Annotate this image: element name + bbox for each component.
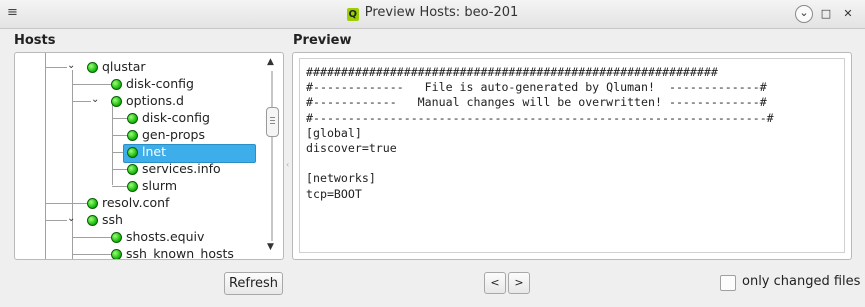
status-ok-icon	[127, 181, 138, 192]
tree-item-label: resolv.conf	[102, 195, 170, 210]
tree-branch-line	[72, 254, 111, 255]
tree-item[interactable]: ⌄ ssh	[15, 212, 259, 229]
scroll-up-arrow-icon[interactable]: ▲	[267, 57, 274, 67]
close-button[interactable]: ✕	[839, 5, 857, 23]
hosts-scrollbar[interactable]: ▲ ▼	[261, 53, 283, 259]
tree-item[interactable]: ssh_known_hosts	[15, 246, 259, 259]
tree-item[interactable]: shosts.equiv	[15, 229, 259, 246]
preview-label: Preview	[293, 33, 352, 48]
tree-branch-line	[45, 220, 67, 221]
status-ok-icon	[111, 96, 122, 107]
hosts-label: Hosts	[14, 33, 56, 48]
minimize-button[interactable]: ⌄	[795, 5, 813, 23]
status-ok-icon	[87, 215, 98, 226]
tree-item[interactable]: services.info	[15, 161, 259, 178]
tree-item-label: services.info	[142, 161, 221, 176]
status-ok-icon	[87, 62, 98, 73]
tree-item[interactable]: resolv.conf	[15, 195, 259, 212]
tree-item-label: gen-props	[142, 127, 205, 142]
maximize-button[interactable]: □	[817, 5, 835, 23]
tree-branch-line	[112, 135, 127, 136]
only-changed-checkbox[interactable]	[720, 275, 736, 291]
title-bar: ≡ Q Preview Hosts: beo-201 ⌄ □ ✕	[0, 0, 865, 29]
tree-branch-line	[72, 237, 111, 238]
preview-textarea[interactable]: ########################################…	[299, 58, 845, 253]
tree-item-label: lnet	[142, 144, 166, 159]
status-ok-icon	[87, 198, 98, 209]
expand-arrow-icon[interactable]: ⌄	[67, 60, 75, 71]
tree-item-label: ssh_known_hosts	[126, 246, 234, 259]
window-title-text: Preview Hosts: beo-201	[364, 5, 519, 20]
tree-item[interactable]: disk-config	[15, 110, 259, 127]
scroll-track[interactable]	[271, 71, 273, 241]
tree-item-label: disk-config	[126, 76, 194, 91]
tree-branch-line	[112, 118, 127, 119]
status-ok-icon	[127, 164, 138, 175]
status-ok-icon	[127, 130, 138, 141]
status-ok-icon	[111, 79, 122, 90]
scroll-down-arrow-icon[interactable]: ▼	[267, 242, 274, 252]
tree-branch-line	[112, 169, 127, 170]
tree-item-label: slurm	[142, 178, 178, 193]
preview-text: ########################################…	[306, 65, 774, 201]
expand-arrow-icon[interactable]: ⌄	[67, 213, 75, 224]
previous-button[interactable]: <	[484, 272, 506, 294]
tree-item-label: shosts.equiv	[126, 229, 205, 244]
hosts-tree-panel: ⌄ qlustar disk-config ⌄ options.d disk-config…	[14, 52, 284, 260]
tree-item[interactable]: ⌄ qlustar	[15, 59, 259, 76]
tree-item-label: disk-config	[142, 110, 210, 125]
splitter-handle[interactable]: ‹	[286, 160, 289, 169]
tree-item-label: ssh	[102, 212, 123, 227]
tree-item[interactable]: lnet	[15, 144, 259, 163]
app-icon: Q	[346, 8, 359, 21]
tree-item[interactable]: disk-config	[15, 76, 259, 93]
scroll-thumb[interactable]	[266, 107, 279, 137]
window-title: Q Preview Hosts: beo-201	[0, 5, 865, 21]
tree-branch-line	[72, 101, 91, 102]
tree-item[interactable]: gen-props	[15, 127, 259, 144]
expand-arrow-icon[interactable]: ⌄	[91, 94, 99, 105]
preview-panel: ########################################…	[292, 52, 852, 260]
tree-item[interactable]: slurm	[15, 178, 259, 195]
status-ok-icon	[111, 249, 122, 259]
refresh-button[interactable]: Refresh	[224, 272, 283, 295]
tree-item[interactable]: ⌄ options.d	[15, 93, 259, 110]
tree-branch-line	[72, 84, 111, 85]
tree-item-label: options.d	[126, 93, 184, 108]
next-button[interactable]: >	[508, 272, 530, 294]
only-changed-label[interactable]: only changed files	[742, 274, 860, 289]
tree-branch-line	[45, 67, 67, 68]
status-ok-icon	[127, 147, 138, 158]
hosts-tree[interactable]: ⌄ qlustar disk-config ⌄ options.d disk-config…	[15, 53, 259, 259]
status-ok-icon	[127, 113, 138, 124]
tree-branch-line	[112, 186, 127, 187]
tree-item-label: qlustar	[102, 59, 146, 74]
tree-branch-line	[45, 203, 87, 204]
status-ok-icon	[111, 232, 122, 243]
